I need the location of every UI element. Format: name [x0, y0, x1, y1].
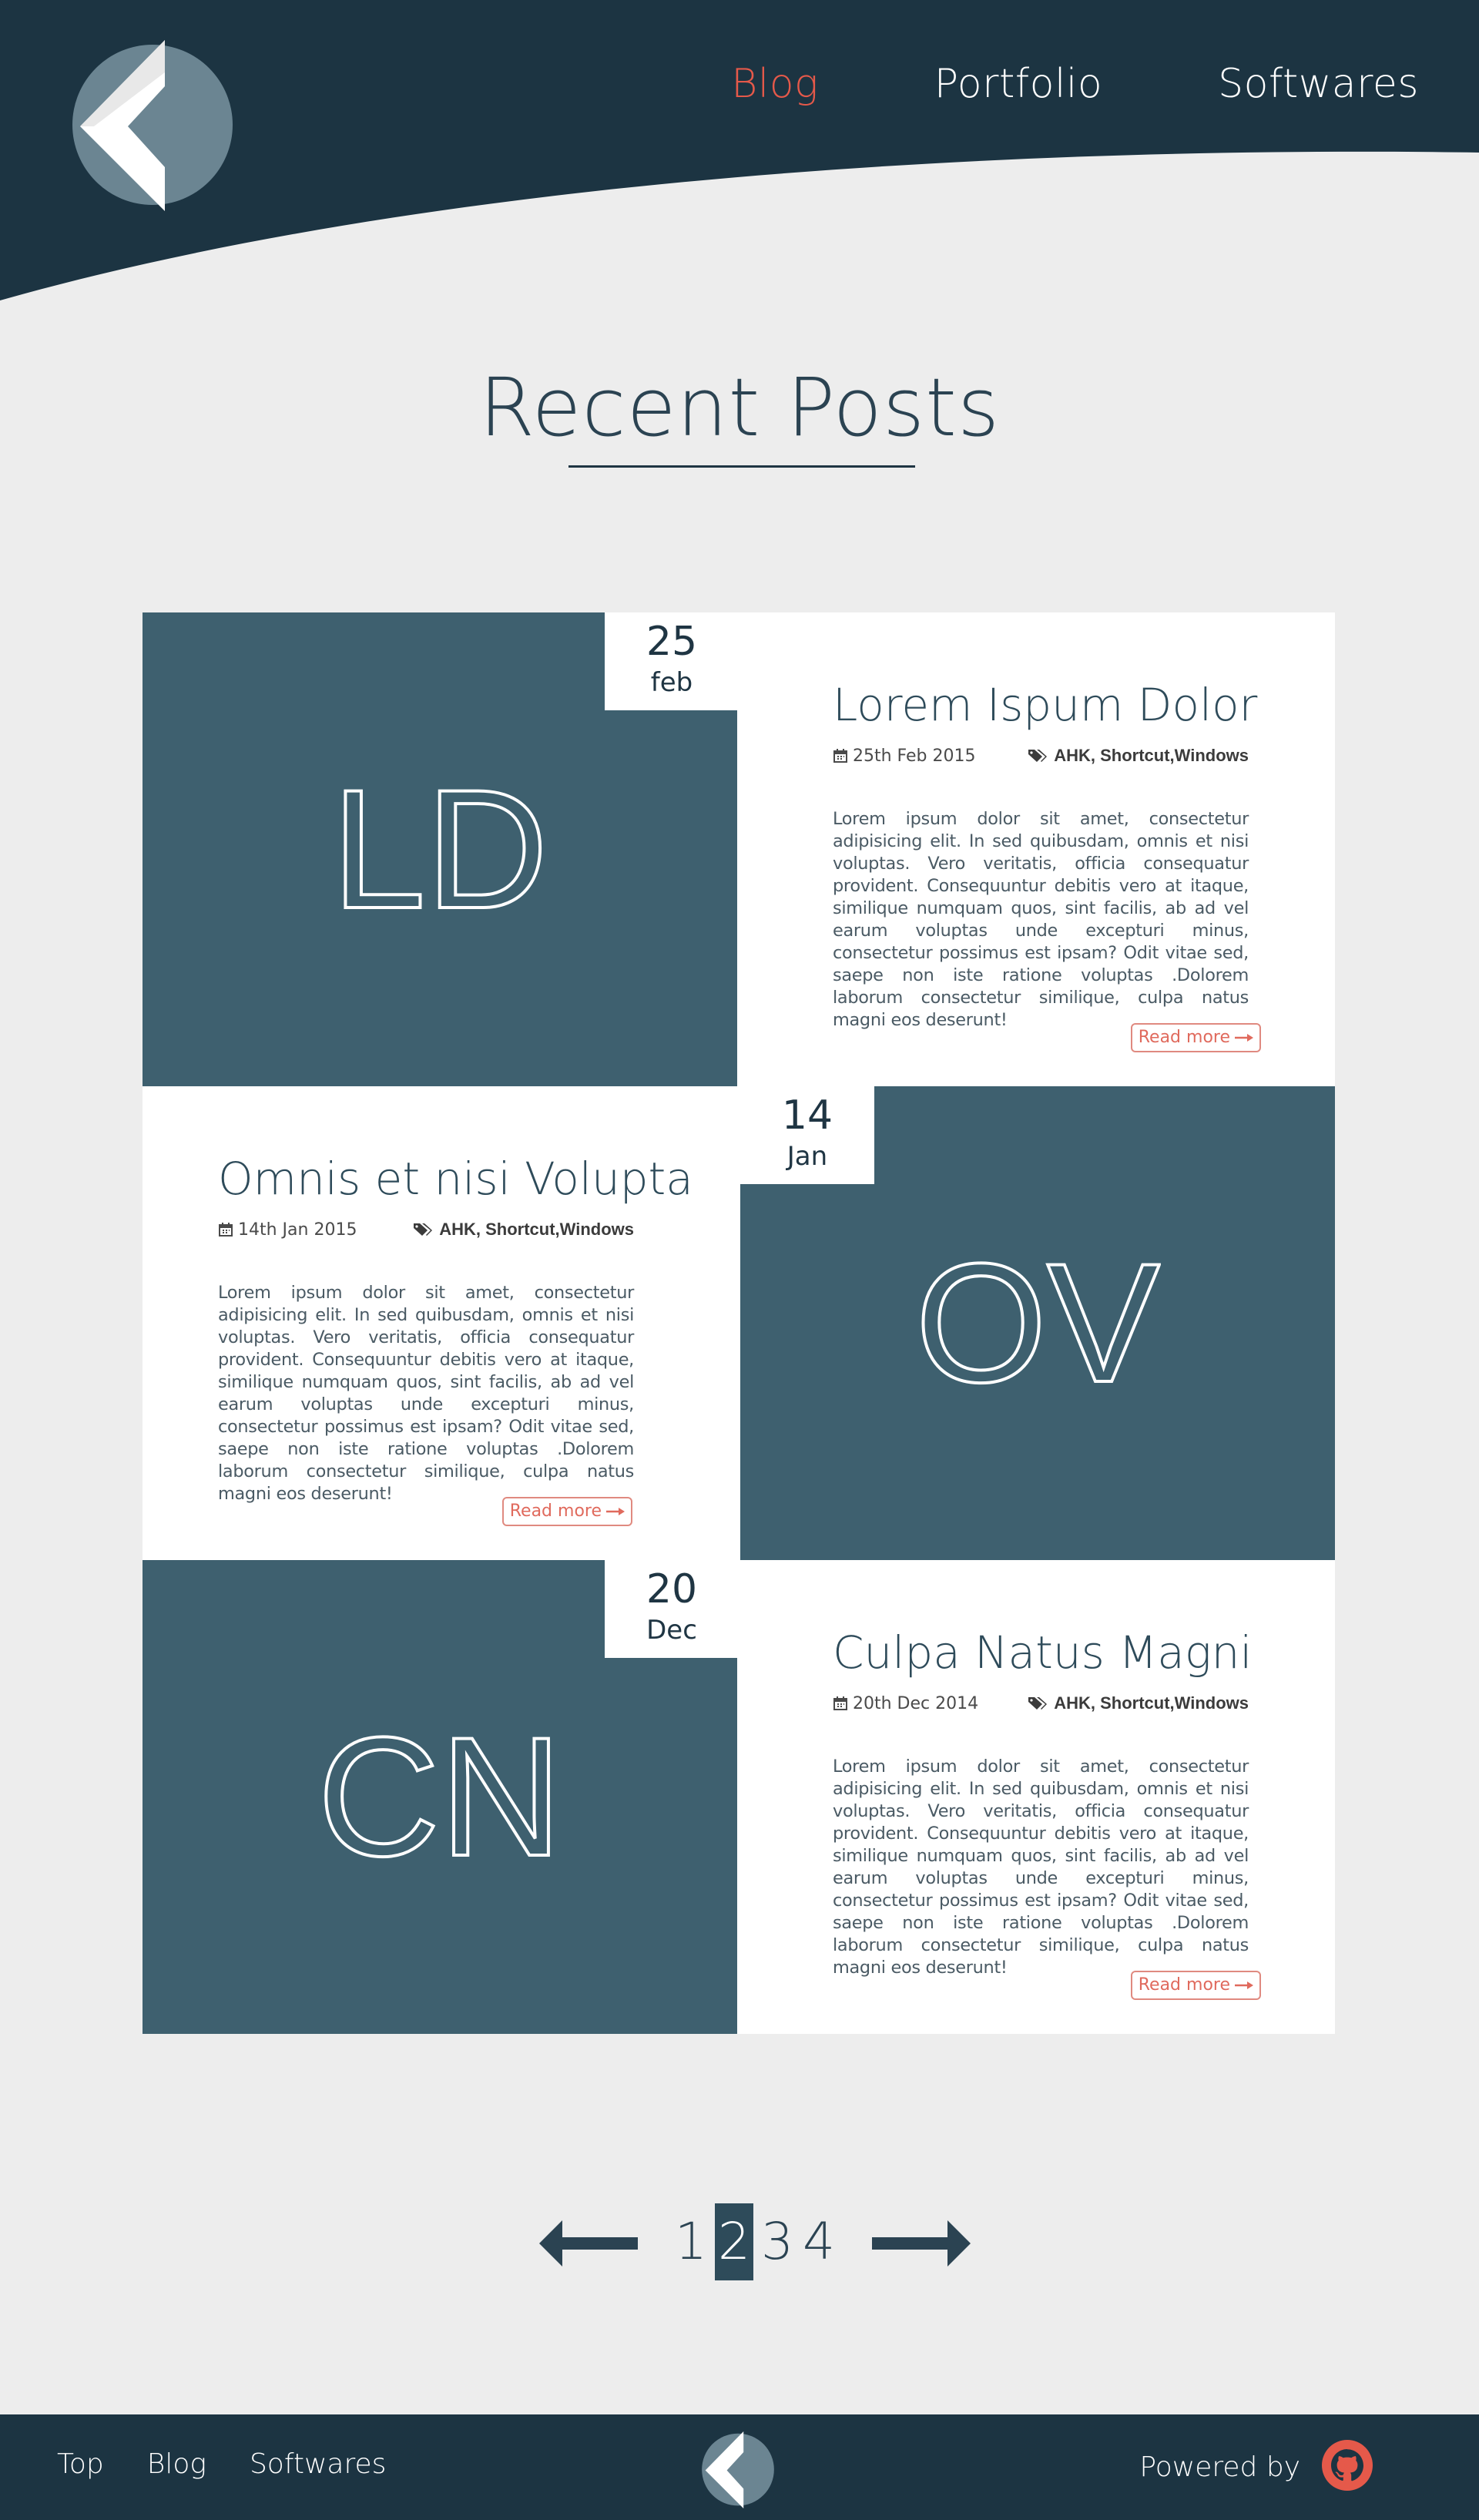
date-month: feb [650, 667, 693, 698]
post-date-text: 14th Jan 2015 [238, 1220, 357, 1240]
date-badge: 20 Dec [605, 1560, 739, 1658]
post-card: LD 25 feb Lorem Ispum Dolor 25th Feb 201… [143, 612, 1335, 1086]
footer-nav: Top Blog Softwares [57, 2448, 386, 2480]
post-card: OV 14 Jan Omnis et nisi Volupta 14th Jan… [143, 1086, 1335, 1560]
post-tags: AHK, Shortcut,Windows [1028, 746, 1249, 766]
nav-blog[interactable]: Blog [731, 55, 819, 112]
page-4[interactable]: 4 [798, 2203, 840, 2280]
thumbnail-initials-text: LD [331, 773, 548, 927]
date-day: 25 [646, 619, 698, 665]
post-date: 20th Dec 2014 [833, 1694, 978, 1713]
post-meta: 20th Dec 2014 AHK, Shortcut,Windows [833, 1693, 1249, 1713]
site-logo[interactable] [71, 40, 234, 211]
long-arrow-right-icon [1235, 1034, 1253, 1042]
calendar-icon [833, 1696, 847, 1710]
long-arrow-right-icon [1235, 1981, 1253, 1989]
post-tags-text[interactable]: AHK, Shortcut,Windows [1054, 746, 1249, 766]
post-title[interactable]: Culpa Natus Magni [833, 1626, 1253, 1679]
tags-icon [414, 1223, 433, 1236]
date-badge: 14 Jan [740, 1086, 874, 1184]
date-day: 20 [646, 1566, 698, 1612]
read-more-button[interactable]: Read more [1130, 1023, 1261, 1052]
main-nav: Blog Portfolio Softwares [615, 55, 1419, 112]
date-badge: 25 feb [605, 612, 739, 710]
github-icon[interactable] [1322, 2440, 1373, 2491]
read-more-label: Read more [1138, 1975, 1230, 1995]
post-title[interactable]: Omnis et nisi Volupta [218, 1153, 693, 1205]
page-2-current[interactable]: 2 [715, 2203, 753, 2280]
calendar-icon [833, 749, 847, 763]
post-content: Culpa Natus Magni 20th Dec 2014 AHK, Sho… [833, 1560, 1264, 2034]
page-numbers: 1 2 3 4 [670, 2203, 840, 2280]
tags-icon [1028, 1697, 1048, 1710]
post-date: 14th Jan 2015 [218, 1220, 357, 1240]
page-3[interactable]: 3 [756, 2203, 798, 2280]
footer-logo[interactable] [699, 2431, 776, 2508]
page-title: Recent Posts [478, 361, 1001, 455]
post-date-text: 20th Dec 2014 [853, 1693, 979, 1713]
thumbnail-initials: CN [317, 1720, 563, 1874]
post-tags: AHK, Shortcut,Windows [413, 1220, 634, 1240]
read-more-label: Read more [509, 1502, 602, 1521]
post-excerpt: Lorem ipsum dolor sit amet, consectetur … [833, 1757, 1249, 1978]
post-card: CN 20 Dec Culpa Natus Magni 20th Dec 201… [143, 1560, 1335, 2034]
page-1[interactable]: 1 [670, 2203, 712, 2280]
post-content: Lorem Ispum Dolor 25th Feb 2015 AHK, Sho… [833, 612, 1264, 1086]
pagination: 1 2 3 4 [0, 2203, 1479, 2280]
calendar-icon [219, 1223, 233, 1237]
read-more-button[interactable]: Read more [501, 1497, 632, 1526]
thumbnail-initials-text: OV [915, 1247, 1160, 1401]
read-more-label: Read more [1138, 1028, 1230, 1047]
footer-link-softwares[interactable]: Softwares [250, 2448, 386, 2480]
post-meta: 25th Feb 2015 AHK, Shortcut,Windows [833, 746, 1249, 766]
post-tags-text[interactable]: AHK, Shortcut,Windows [1054, 1693, 1249, 1713]
footer: Top Blog Softwares Powered by [0, 2414, 1479, 2520]
arrow-right-icon[interactable] [870, 2220, 971, 2267]
post-content: Omnis et nisi Volupta 14th Jan 2015 AHK,… [218, 1086, 693, 1560]
date-month: Jan [786, 1141, 828, 1172]
date-day: 14 [781, 1092, 833, 1139]
footer-link-top[interactable]: Top [57, 2448, 104, 2480]
post-tags: AHK, Shortcut,Windows [1028, 1693, 1249, 1713]
post-date-text: 25th Feb 2015 [853, 746, 976, 766]
post-meta: 14th Jan 2015 AHK, Shortcut,Windows [218, 1220, 634, 1240]
arrow-left-icon[interactable] [539, 2220, 639, 2267]
post-excerpt: Lorem ipsum dolor sit amet, consectetur … [833, 809, 1249, 1030]
post-excerpt: Lorem ipsum dolor sit amet, consectetur … [218, 1283, 634, 1504]
thumbnail-initials-text: CN [317, 1720, 562, 1874]
powered-by-text: Powered by [1139, 2451, 1300, 2483]
post-date: 25th Feb 2015 [833, 747, 976, 766]
read-more-button[interactable]: Read more [1130, 1971, 1261, 2000]
thumbnail-initials: LD [330, 773, 549, 927]
date-month: Dec [646, 1615, 697, 1646]
title-underline [568, 465, 915, 468]
thumbnail-initials: OV [914, 1247, 1161, 1401]
nav-portfolio[interactable]: Portfolio [934, 55, 1102, 112]
post-title[interactable]: Lorem Ispum Dolor [833, 679, 1257, 731]
footer-link-blog[interactable]: Blog [147, 2448, 206, 2480]
post-list: LD 25 feb Lorem Ispum Dolor 25th Feb 201… [143, 612, 1335, 2034]
post-tags-text[interactable]: AHK, Shortcut,Windows [439, 1220, 634, 1240]
long-arrow-right-icon [606, 1508, 625, 1515]
tags-icon [1028, 750, 1048, 762]
nav-softwares[interactable]: Softwares [1218, 55, 1419, 112]
